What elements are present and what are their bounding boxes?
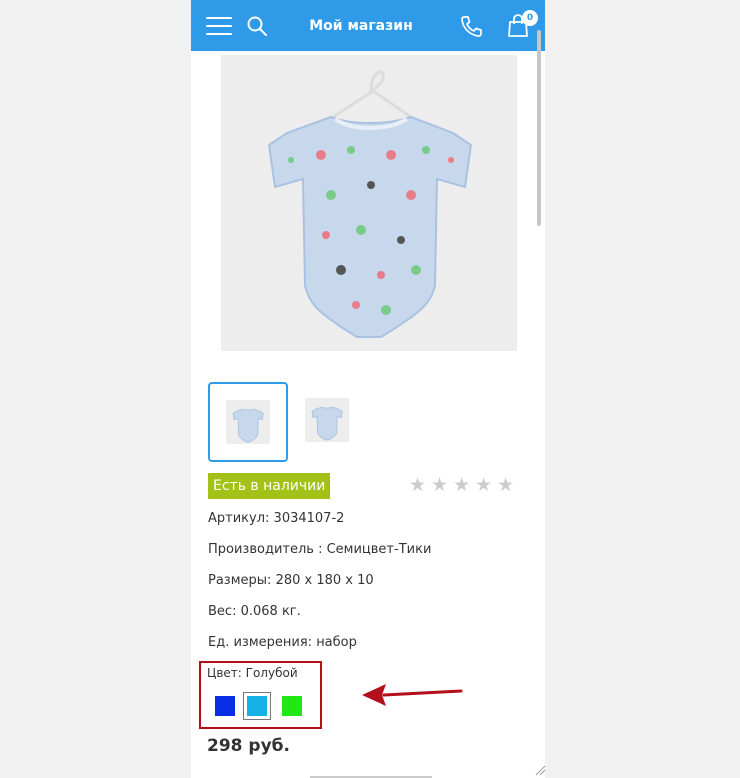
article-label: Артикул: xyxy=(208,511,270,526)
rating-stars[interactable]: ★★★★★ xyxy=(409,474,519,496)
annotation-arrow-icon xyxy=(362,684,463,706)
color-value: Голубой xyxy=(245,666,298,680)
manufacturer-value: Семицвет-Тики xyxy=(326,542,432,557)
unit-value: набор xyxy=(316,635,357,650)
weight-row: Вес: 0.068 кг. xyxy=(208,604,301,619)
product-price: 298 руб. xyxy=(207,736,290,756)
in-stock-badge: Есть в наличии xyxy=(208,473,331,499)
mobile-viewport: Мой магазин 0 Есть в наличии ★★★★★ Артик… xyxy=(191,0,545,778)
phone-icon[interactable] xyxy=(459,14,483,38)
size-label: Размеры: xyxy=(208,573,272,588)
thumbnail-image xyxy=(305,398,349,442)
weight-value: 0.068 кг. xyxy=(240,604,301,619)
manufacturer-label: Производитель : xyxy=(208,542,323,557)
thumbnail-image xyxy=(226,400,270,444)
manufacturer-row: Производитель : Семицвет-Тики xyxy=(208,542,431,557)
unit-label: Ед. измерения: xyxy=(208,635,313,650)
weight-label: Вес: xyxy=(208,604,237,619)
store-title[interactable]: Мой магазин xyxy=(291,15,431,37)
size-value: 280 x 180 x 10 xyxy=(275,573,374,588)
color-swatch-blue[interactable] xyxy=(215,696,235,716)
resize-handle-icon[interactable] xyxy=(534,764,546,776)
article-value: 3034107-2 xyxy=(273,511,345,526)
color-label-row: Цвет: Голубой xyxy=(207,666,298,680)
top-navigation-bar: Мой магазин 0 xyxy=(191,0,545,51)
color-swatch-light-blue[interactable] xyxy=(247,696,267,716)
unit-row: Ед. измерения: набор xyxy=(208,635,357,650)
size-row: Размеры: 280 x 180 x 10 xyxy=(208,573,374,588)
hamburger-menu-icon[interactable] xyxy=(206,16,232,36)
gallery-thumbnail-1[interactable] xyxy=(208,382,288,462)
color-label: Цвет: xyxy=(207,666,242,680)
article-row: Артикул: 3034107-2 xyxy=(208,511,344,526)
color-swatch-green[interactable] xyxy=(282,696,302,716)
scrollbar-thumb[interactable] xyxy=(537,30,541,226)
search-icon[interactable] xyxy=(247,16,267,36)
cart-count-badge: 0 xyxy=(522,10,538,26)
product-main-image[interactable] xyxy=(221,55,517,351)
gallery-thumbnail-2[interactable] xyxy=(289,382,369,462)
